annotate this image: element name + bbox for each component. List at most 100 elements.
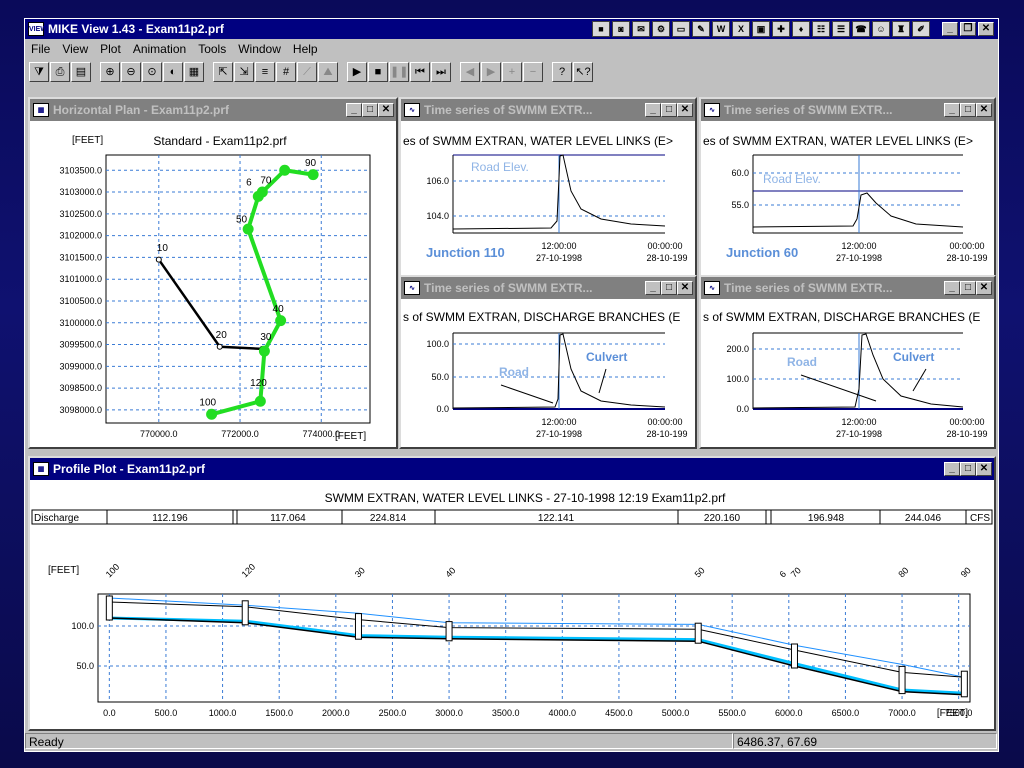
menu-window[interactable]: Window <box>238 42 281 56</box>
zoom-window-icon[interactable]: ⊙ <box>142 62 162 82</box>
properties-icon[interactable]: ▦ <box>184 62 204 82</box>
ts3-chart[interactable]: s of SWMM EXTRAN, DISCHARGE BRANCHES (E … <box>401 299 695 447</box>
profile-minimize-button[interactable]: _ <box>944 462 960 476</box>
tray-app-icon-12[interactable]: ☺ <box>872 21 890 37</box>
profile-maximize-button[interactable]: □ <box>960 462 976 476</box>
ts3-minimize-button[interactable]: _ <box>645 281 661 295</box>
ts2-titlebar[interactable]: ∿ Time series of SWMM EXTR... _ □ ✕ <box>701 99 994 121</box>
ts4-chart[interactable]: s of SWMM EXTRAN, DISCHARGE BRANCHES (E … <box>701 299 994 447</box>
ts3-titlebar[interactable]: ∿ Time series of SWMM EXTR... _ □ ✕ <box>401 277 695 299</box>
tray-app-icon-14[interactable]: ✐ <box>912 21 930 37</box>
select-icon[interactable]: ⇱ <box>213 62 233 82</box>
profile-x-tick: 4000.0 <box>549 708 577 718</box>
ts2-minimize-button[interactable]: _ <box>944 103 960 117</box>
ts4-close-button[interactable]: ✕ <box>976 281 992 295</box>
profile-chart[interactable]: SWMM EXTRAN, WATER LEVEL LINKS - 27-10-1… <box>30 480 994 729</box>
tray-app-icon-9[interactable]: ☷ <box>812 21 830 37</box>
tray-app-icon-10[interactable]: ☰ <box>832 21 850 37</box>
print-icon[interactable]: ⎙ <box>50 62 70 82</box>
tray-app-icon-1[interactable]: ■ <box>592 21 610 37</box>
open-icon[interactable]: ▤ <box>71 62 91 82</box>
tray-app-icon-3[interactable]: ✉ <box>632 21 650 37</box>
ts3-close-button[interactable]: ✕ <box>677 281 693 295</box>
ts1-maximize-button[interactable]: □ <box>661 103 677 117</box>
plan-minimize-button[interactable]: _ <box>346 103 362 117</box>
plan-window-icon[interactable]: ▦ <box>33 103 49 117</box>
context-help-icon[interactable]: ↖? <box>573 62 593 82</box>
minus-icon[interactable]: − <box>523 62 543 82</box>
profile-window-icon[interactable]: ▦ <box>33 462 49 476</box>
ts1-window-icon[interactable]: ∿ <box>404 103 420 117</box>
ts4-minimize-button[interactable]: _ <box>944 281 960 295</box>
tray-app-icon-6[interactable]: ▣ <box>752 21 770 37</box>
menu-animation[interactable]: Animation <box>133 42 186 56</box>
ts1-minimize-button[interactable]: _ <box>645 103 661 117</box>
tray-word-icon[interactable]: W <box>712 21 730 37</box>
menu-plot[interactable]: Plot <box>100 42 121 56</box>
plus-icon[interactable]: + <box>502 62 522 82</box>
zoom-in-icon[interactable]: ⊕ <box>100 62 120 82</box>
tray-app-icon-5[interactable]: ✎ <box>692 21 710 37</box>
ts4-window: ∿ Time series of SWMM EXTR... _ □ ✕ s of… <box>699 275 996 449</box>
menu-file[interactable]: File <box>31 42 50 56</box>
tray-app-icon-2[interactable]: ◙ <box>612 21 630 37</box>
step-forward-icon[interactable]: ▶ <box>481 62 501 82</box>
tray-folder-icon[interactable]: ▭ <box>672 21 690 37</box>
plan-node-label: 40 <box>273 304 285 315</box>
tray-app-icon-7[interactable]: ✚ <box>772 21 790 37</box>
profile-series-invert <box>109 617 965 696</box>
ts3-window-icon[interactable]: ∿ <box>404 281 420 295</box>
plan-maximize-button[interactable]: □ <box>362 103 378 117</box>
rewind-icon[interactable]: ⏮ <box>410 62 430 82</box>
profile-x-tick: 5500.0 <box>718 708 746 718</box>
profile-manhole <box>960 670 968 698</box>
plan-network-line <box>157 258 263 351</box>
plan-node <box>275 315 287 327</box>
ts1-chart[interactable]: es of SWMM EXTRAN, WATER LEVEL LINKS (E>… <box>401 121 695 275</box>
profile-close-button[interactable]: ✕ <box>976 462 992 476</box>
help-icon[interactable]: ? <box>552 62 572 82</box>
ts4-window-icon[interactable]: ∿ <box>704 281 720 295</box>
filter-icon[interactable]: ⧩ <box>29 62 49 82</box>
zoom-out-icon[interactable]: ⊖ <box>121 62 141 82</box>
ts2-series <box>752 192 964 228</box>
ts2-window-icon[interactable]: ∿ <box>704 103 720 117</box>
play-icon[interactable]: ▶ <box>347 62 367 82</box>
restore-button[interactable]: ❐ <box>960 22 976 36</box>
stop-icon[interactable]: ■ <box>368 62 388 82</box>
ts3-maximize-button[interactable]: □ <box>661 281 677 295</box>
select2-icon[interactable]: ⇲ <box>234 62 254 82</box>
plan-close-button[interactable]: ✕ <box>378 103 394 117</box>
ts4-tick-0: 0.0 <box>736 404 749 414</box>
ts4-maximize-button[interactable]: □ <box>960 281 976 295</box>
plan-chart[interactable]: [FEET] Standard - Exam11p2.prf [FEET] 30… <box>30 121 396 447</box>
menu-tools[interactable]: Tools <box>198 42 226 56</box>
taskbar-icons: ■ ◙ ✉ ⚙ ▭ ✎ W X ▣ ✚ ♦ ☷ ☰ ☎ ☺ ♜ ✐ _ ❐ ✕ <box>592 21 994 37</box>
step-back-icon[interactable]: ◀ <box>460 62 480 82</box>
ts1-titlebar[interactable]: ∿ Time series of SWMM EXTR... _ □ ✕ <box>401 99 695 121</box>
menu-view[interactable]: View <box>62 42 88 56</box>
pause-icon[interactable]: ❚❚ <box>389 62 409 82</box>
ts2-chart[interactable]: es of SWMM EXTRAN, WATER LEVEL LINKS (E>… <box>701 121 994 275</box>
fastforward-icon[interactable]: ⏭ <box>431 62 451 82</box>
profile-titlebar[interactable]: ▦ Profile Plot - Exam11p2.prf _ □ ✕ <box>30 458 994 480</box>
tray-app-icon-4[interactable]: ⚙ <box>652 21 670 37</box>
menu-help[interactable]: Help <box>293 42 318 56</box>
ts2-close-button[interactable]: ✕ <box>976 103 992 117</box>
app-icon[interactable]: VIEW <box>28 22 47 36</box>
tray-excel-icon[interactable]: X <box>732 21 750 37</box>
grid-icon[interactable]: # <box>276 62 296 82</box>
close-button[interactable]: ✕ <box>978 22 994 36</box>
tray-app-icon-8[interactable]: ♦ <box>792 21 810 37</box>
plan-node <box>216 343 223 350</box>
plan-titlebar[interactable]: ▦ Horizontal Plan - Exam11p2.prf _ □ ✕ <box>30 99 396 121</box>
tray-app-icon-13[interactable]: ♜ <box>892 21 910 37</box>
main-titlebar[interactable]: VIEW MIKE View 1.43 - Exam11p2.prf ■ ◙ ✉… <box>25 19 998 39</box>
minimize-button[interactable]: _ <box>942 22 958 36</box>
tool5-icon[interactable]: ≡ <box>255 62 275 82</box>
ts4-titlebar[interactable]: ∿ Time series of SWMM EXTR... _ □ ✕ <box>701 277 994 299</box>
zoom-reset-icon[interactable]: ◐ <box>163 62 183 82</box>
tray-app-icon-11[interactable]: ☎ <box>852 21 870 37</box>
ts1-close-button[interactable]: ✕ <box>677 103 693 117</box>
ts2-maximize-button[interactable]: □ <box>960 103 976 117</box>
